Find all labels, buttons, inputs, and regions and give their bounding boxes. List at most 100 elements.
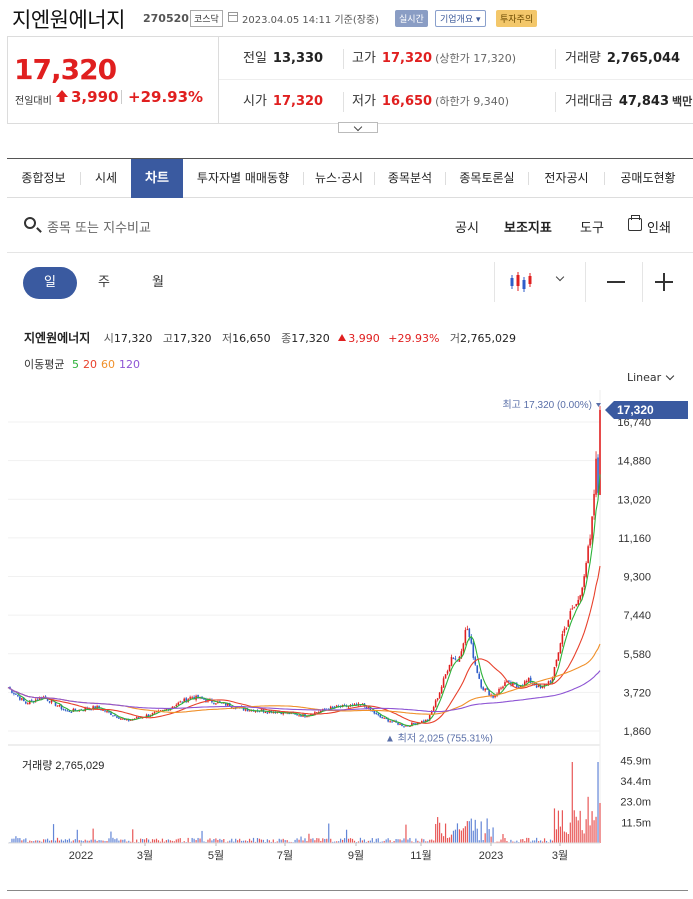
collapse-toggle[interactable]	[338, 122, 378, 133]
volume-bar	[231, 838, 233, 843]
candle-body	[494, 695, 496, 698]
volume-bar	[571, 762, 573, 843]
candle-body	[391, 721, 393, 723]
candle-body	[191, 697, 193, 699]
open-price: 시가 17,320	[243, 94, 324, 109]
candle-body	[189, 697, 191, 699]
volume-bar	[167, 839, 169, 843]
volume-bar	[421, 838, 423, 843]
tab-overview[interactable]: 종합정보	[7, 159, 80, 198]
volume-bar	[591, 811, 593, 843]
candle-body	[504, 682, 506, 687]
volume-bar	[504, 838, 506, 843]
candle-body	[468, 628, 471, 638]
volume-bar	[223, 839, 225, 843]
candle-body	[464, 630, 467, 644]
volume-bar	[110, 831, 112, 843]
period-week-button[interactable]: 주	[77, 267, 131, 299]
volume-bar	[94, 839, 96, 843]
volume-bar	[363, 839, 365, 843]
candle-body	[248, 710, 251, 712]
volume-bar	[124, 839, 126, 843]
volume-bar	[375, 838, 377, 843]
candle-body	[577, 599, 580, 605]
indicator-button[interactable]: 보조지표	[504, 217, 552, 236]
volume-bar	[490, 836, 492, 843]
volume-bar	[435, 823, 437, 843]
candle-body	[478, 673, 481, 679]
candle-body	[48, 701, 51, 703]
current-price-label: 17,320	[617, 403, 654, 417]
change-percent: +29.93%	[128, 88, 204, 106]
candle-body	[175, 704, 178, 707]
candle-body	[432, 707, 435, 711]
scale-selector[interactable]: Linear	[627, 371, 661, 384]
volume-bar	[272, 839, 274, 843]
tab-news[interactable]: 뉴스·공시	[304, 159, 374, 198]
change-label: 전일대비	[15, 96, 52, 107]
tools-button[interactable]: 도구	[580, 217, 604, 236]
candle-body	[567, 620, 570, 627]
chart-type-dropdown[interactable]	[494, 262, 586, 302]
volume-bar	[349, 838, 352, 843]
printer-icon[interactable]	[628, 215, 642, 231]
corp-info-dropdown[interactable]: 기업개요 ▾	[435, 10, 486, 27]
candle-body	[448, 664, 451, 672]
period-day-button[interactable]: 일	[23, 267, 77, 299]
candle-body	[484, 688, 486, 691]
volume-bar	[466, 821, 468, 843]
volume-bar	[213, 839, 215, 843]
volume-bar	[468, 821, 470, 843]
candle-body	[571, 608, 574, 610]
volume-bar	[371, 838, 373, 843]
candle-body	[399, 723, 401, 725]
volume-bar	[577, 820, 579, 843]
candle-body	[434, 700, 437, 708]
volume-bar	[599, 802, 601, 843]
volume-bar	[318, 838, 320, 843]
price-tick-label: 11,160	[618, 533, 651, 545]
candle-body	[444, 674, 447, 679]
volume-bar	[476, 828, 478, 843]
ma-legend-item: 60	[100, 358, 115, 371]
tab-chart[interactable]: 차트	[131, 159, 183, 198]
search-icon[interactable]	[24, 217, 36, 229]
volume-bar	[593, 820, 595, 843]
candle-body	[118, 717, 120, 719]
candle-body	[565, 627, 568, 629]
tab-investor-trading[interactable]: 투자자별 매매동향	[183, 159, 303, 198]
volume-bar	[92, 828, 94, 843]
price-chart[interactable]: 16,74014,88013,02011,1609,3007,4405,5803…	[0, 390, 693, 870]
volume-bar	[415, 838, 417, 843]
volume-bar	[144, 839, 146, 843]
tab-short-selling[interactable]: 공매도현황	[605, 159, 691, 198]
volume-bar	[116, 838, 118, 843]
volume: 거래량 2,765,044	[565, 51, 681, 66]
volume-bar	[597, 762, 599, 843]
divider	[7, 890, 688, 891]
volume-bar	[543, 838, 546, 843]
period-month-button[interactable]: 월	[131, 267, 185, 299]
zoom-in-button[interactable]	[655, 273, 673, 291]
tab-discussion[interactable]: 종목토론실	[446, 159, 528, 198]
low-price: 저가 16,650 (하한가 9,340)	[352, 94, 510, 109]
volume-bar	[585, 819, 587, 843]
volume-bar	[256, 838, 259, 843]
volume-bar	[522, 839, 524, 843]
volume-bar	[442, 836, 445, 843]
tab-analysis[interactable]: 종목분석	[375, 159, 445, 198]
compare-search-input[interactable]: 종목 또는 지수비교	[47, 217, 151, 236]
candle-body	[446, 671, 449, 674]
volume-bar	[15, 836, 17, 843]
min-price-marker: ▲ 최저 2,025 (755.31%)	[385, 733, 493, 745]
notice-toggle[interactable]: 공시	[455, 217, 479, 236]
candle-body	[573, 607, 576, 609]
volume-bar	[112, 837, 114, 843]
print-button[interactable]: 인쇄	[647, 217, 671, 236]
candle-body	[13, 693, 15, 695]
candle-body	[306, 716, 308, 718]
tab-quotes[interactable]: 시세	[81, 159, 131, 198]
realtime-badge[interactable]: 실시간	[395, 10, 428, 27]
tab-disclosure[interactable]: 전자공시	[529, 159, 604, 198]
zoom-out-button[interactable]	[607, 281, 625, 283]
